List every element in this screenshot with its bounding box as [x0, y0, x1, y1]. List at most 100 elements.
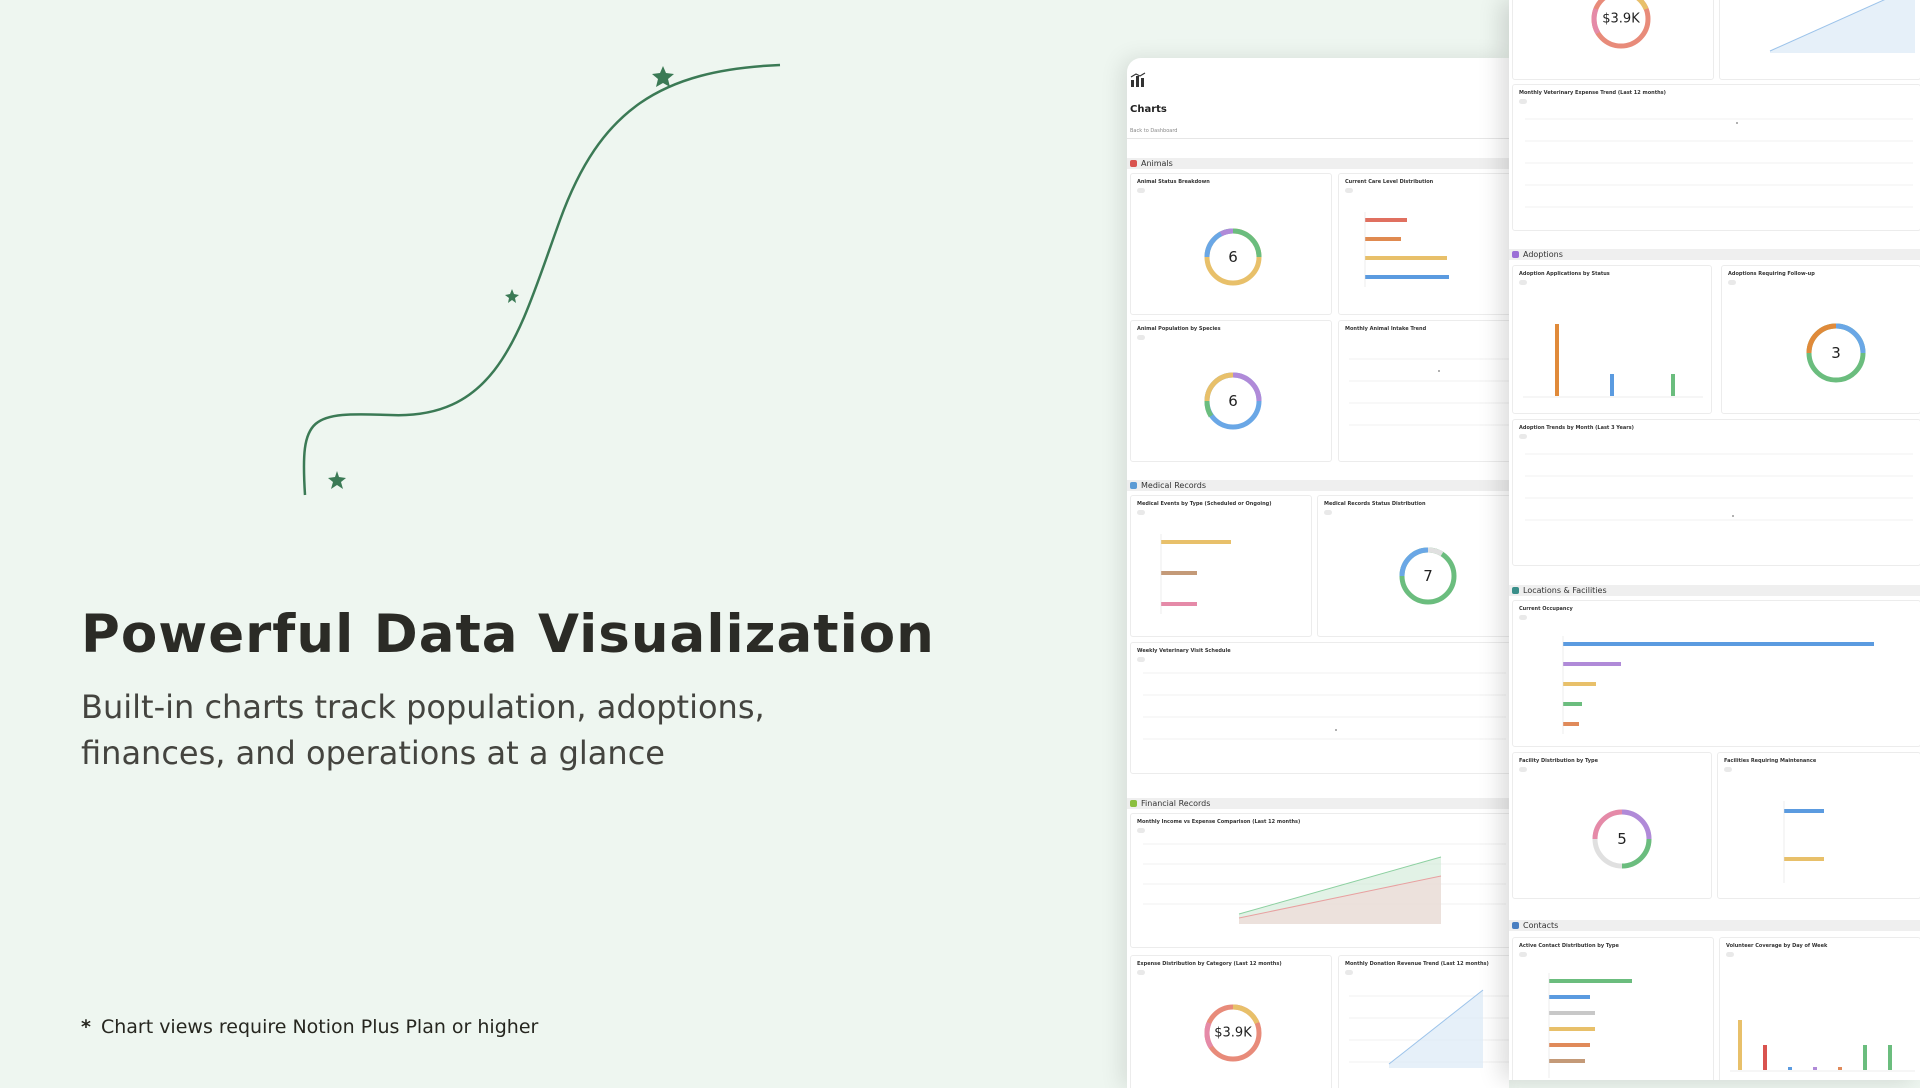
- chart-card-population-species[interactable]: Animal Population by Species 6: [1130, 320, 1332, 462]
- bar-chart: [1562, 636, 1874, 734]
- bar: [1365, 237, 1401, 241]
- bar-chart: [1523, 324, 1703, 398]
- chart-card-income-expense[interactable]: Monthly Income vs Expense Comparison (La…: [1130, 813, 1509, 948]
- bar: [1563, 722, 1579, 726]
- decorative-curve: [302, 63, 781, 496]
- section-contacts[interactable]: Contacts: [1509, 920, 1920, 931]
- area-chart: [1349, 989, 1509, 1068]
- footnote-text: Chart views require Notion Plus Plan or …: [100, 1016, 539, 1038]
- bar-chart: [1730, 1020, 1915, 1072]
- donut-center-value: 5: [1617, 830, 1627, 848]
- chart-card-contact-type[interactable]: Active Contact Distribution by Type: [1512, 937, 1714, 1080]
- chart-card-expense-category[interactable]: Expense Distribution by Category (Last 1…: [1130, 955, 1332, 1088]
- money-icon: [1130, 800, 1137, 807]
- section-label: Financial Records: [1141, 799, 1211, 808]
- bar: [1161, 571, 1197, 575]
- chart-card-adoption-status[interactable]: Adoption Applications by Status: [1512, 265, 1712, 414]
- heart-icon: [1512, 251, 1519, 258]
- donut-chart: [1204, 228, 1262, 286]
- bar: [1813, 1067, 1817, 1070]
- section-label: Adoptions: [1523, 250, 1563, 259]
- globe-icon: [1512, 587, 1519, 594]
- divider: [1127, 138, 1509, 139]
- chart-card-care-level[interactable]: Current Care Level Distribution: [1338, 173, 1509, 315]
- bar: [1671, 374, 1675, 396]
- bar: [1549, 1043, 1590, 1047]
- bar-chart: [1160, 534, 1231, 614]
- chart-card-medical-status[interactable]: Medical Records Status Distribution 7: [1317, 495, 1509, 637]
- section-financial-records[interactable]: Financial Records: [1127, 798, 1509, 809]
- chart-card-top-trend[interactable]: [1719, 0, 1920, 80]
- chart-card-medical-events[interactable]: Medical Events by Type (Scheduled or Ong…: [1130, 495, 1312, 637]
- chart-card-vet-expense[interactable]: Monthly Veterinary Expense Trend (Last 1…: [1512, 84, 1920, 231]
- line-chart: [1525, 453, 1913, 521]
- chart-card-occupancy[interactable]: Current Occupancy: [1512, 600, 1920, 747]
- section-locations-facilities[interactable]: Locations & Facilities: [1509, 585, 1920, 596]
- bar: [1549, 1027, 1595, 1031]
- section-medical-records[interactable]: Medical Records: [1127, 480, 1509, 491]
- bar: [1610, 374, 1614, 396]
- area-chart: [1143, 843, 1506, 924]
- donut-center-value: $3.9K: [1214, 1025, 1252, 1041]
- stethoscope-icon: [1130, 482, 1137, 489]
- line-chart: [1143, 672, 1506, 740]
- bar: [1563, 662, 1621, 666]
- donut-chart: [1592, 809, 1652, 869]
- chart-card-top-donut[interactable]: $3.9K: [1512, 0, 1714, 80]
- bar: [1784, 857, 1824, 861]
- donut-chart: [1204, 1004, 1262, 1062]
- donut-center-value: 6: [1228, 392, 1238, 410]
- section-label: Animals: [1141, 159, 1173, 168]
- page-title: Charts: [1130, 104, 1167, 115]
- paw-icon: [1130, 160, 1137, 167]
- donut-chart: [1204, 372, 1262, 430]
- chart-card-volunteer-coverage[interactable]: Volunteer Coverage by Day of Week: [1719, 937, 1920, 1080]
- bar: [1365, 218, 1407, 222]
- back-to-dashboard-link[interactable]: Back to Dashboard: [1130, 128, 1177, 134]
- bar: [1838, 1067, 1842, 1070]
- donut-center-value: 6: [1228, 248, 1238, 266]
- section-adoptions[interactable]: Adoptions: [1509, 249, 1920, 260]
- chart-card-facility-maintenance[interactable]: Facilities Requiring Maintenance: [1717, 752, 1920, 899]
- bar: [1549, 995, 1590, 999]
- area-chart: [1769, 0, 1915, 53]
- section-label: Medical Records: [1141, 481, 1206, 490]
- section-label: Locations & Facilities: [1523, 586, 1607, 595]
- chart-card-adoption-followup[interactable]: Adoptions Requiring Follow-up 3: [1721, 265, 1920, 414]
- donut-center-value: 7: [1423, 567, 1433, 585]
- chart-card-donation-trend[interactable]: Monthly Donation Revenue Trend (Last 12 …: [1338, 955, 1509, 1088]
- chart-card-intake-trend[interactable]: Monthly Animal Intake Trend: [1338, 320, 1509, 462]
- section-animals[interactable]: Animals: [1127, 158, 1509, 169]
- bar: [1365, 256, 1447, 260]
- footnote-marker: *: [81, 1016, 91, 1038]
- bar-chart: [1364, 212, 1449, 287]
- bar: [1549, 979, 1632, 983]
- line-chart: [1525, 118, 1913, 208]
- bar: [1563, 702, 1582, 706]
- bar: [1888, 1045, 1892, 1070]
- star-icon: [652, 66, 674, 87]
- notion-charts-page-continued: $3.9K Monthly Veterinary Expense Trend (…: [1509, 0, 1920, 1080]
- star-icon: [505, 289, 519, 303]
- chart-card-adoption-trends[interactable]: Adoption Trends by Month (Last 3 Years): [1512, 419, 1920, 566]
- donut-chart: [1399, 547, 1457, 605]
- bar: [1763, 1045, 1767, 1070]
- bar: [1365, 275, 1449, 279]
- line-chart: [1349, 358, 1509, 426]
- bar: [1161, 602, 1197, 606]
- chart-card-vet-schedule[interactable]: Weekly Veterinary Visit Schedule: [1130, 642, 1509, 774]
- notion-charts-page: Charts Back to Dashboard Animals Animal …: [1127, 58, 1509, 1088]
- contacts-icon: [1512, 922, 1519, 929]
- star-icon: [328, 471, 346, 489]
- section-label: Contacts: [1523, 921, 1559, 930]
- chart-card-animal-status[interactable]: Animal Status Breakdown 6: [1130, 173, 1332, 315]
- bar: [1563, 682, 1596, 686]
- donut-chart: [1806, 323, 1866, 383]
- bar-chart: [1783, 801, 1824, 883]
- bar: [1788, 1067, 1792, 1070]
- chart-card-facility-type[interactable]: Facility Distribution by Type 5: [1512, 752, 1712, 899]
- hero-subtitle: Built-in charts track population, adopti…: [81, 688, 765, 772]
- chart-icon: [1130, 72, 1146, 87]
- bar: [1738, 1020, 1742, 1070]
- bar-chart: [1548, 973, 1632, 1078]
